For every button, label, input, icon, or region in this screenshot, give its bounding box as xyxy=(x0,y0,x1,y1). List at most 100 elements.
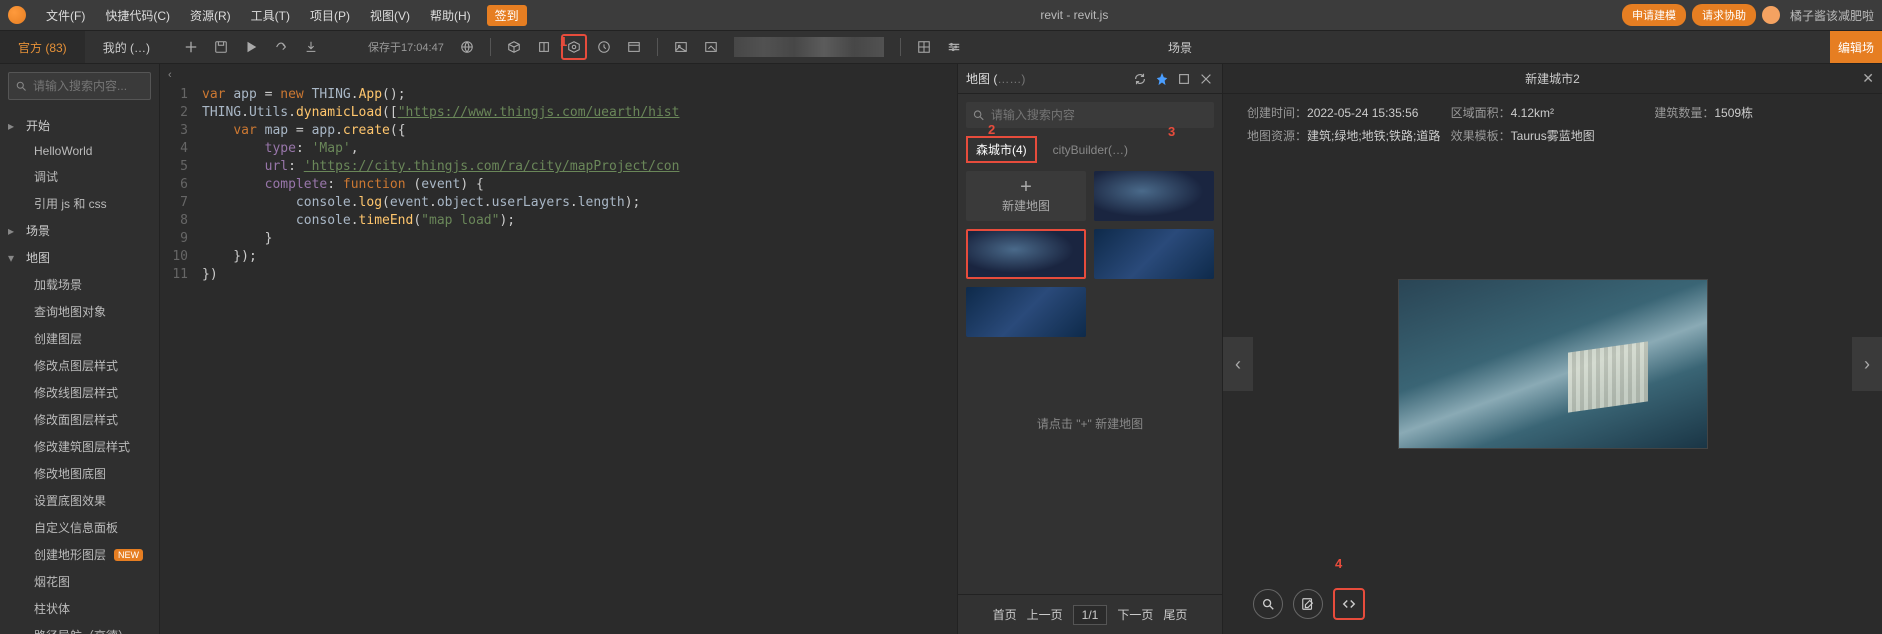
share-button[interactable] xyxy=(268,34,294,60)
tree-item[interactable]: 加载场景 xyxy=(0,271,159,298)
close-icon[interactable] xyxy=(1198,71,1214,87)
window-title: revit - revit.js xyxy=(529,8,1620,22)
tree-item[interactable]: 自定义信息面板 xyxy=(0,514,159,541)
blurred-strip xyxy=(734,37,884,57)
pin-icon[interactable] xyxy=(1154,71,1170,87)
separator xyxy=(900,38,901,56)
menu-item[interactable]: 文件(F) xyxy=(36,3,95,28)
tree-group[interactable]: ▾地图 xyxy=(0,244,159,271)
tree-item[interactable]: 引用 js 和 css xyxy=(0,190,159,217)
refresh-icon[interactable] xyxy=(1132,71,1148,87)
signin-button[interactable]: 签到 xyxy=(487,5,527,26)
meta-row: 效果模板：Taurus雾蓝地图 xyxy=(1451,127,1655,144)
maximize-icon[interactable] xyxy=(1176,71,1192,87)
tab-mine[interactable]: 我的 (…) xyxy=(85,31,168,63)
separator xyxy=(657,38,658,56)
tree-item[interactable]: 路径导航（高德） xyxy=(0,622,159,634)
tree-item[interactable]: 柱状体 xyxy=(0,595,159,622)
editor: 1 ‹ 1234567891011 var app = new THING.Ap… xyxy=(160,64,957,634)
map-thumb-selected[interactable] xyxy=(966,229,1086,279)
history-icon[interactable] xyxy=(591,34,617,60)
apply-model-button[interactable]: 申请建模 xyxy=(1622,4,1686,26)
add-button[interactable] xyxy=(178,34,204,60)
separator xyxy=(490,38,491,56)
prev-button[interactable]: ‹ xyxy=(1223,337,1253,391)
map-search-input[interactable] xyxy=(991,108,1208,122)
panel-icon[interactable] xyxy=(621,34,647,60)
menu-item[interactable]: 帮助(H) xyxy=(420,3,481,28)
tree-item[interactable]: 创建地形图层NEW xyxy=(0,541,159,568)
tree-item[interactable]: 烟花图 xyxy=(0,568,159,595)
code-lines[interactable]: var app = new THING.App();THING.Utils.dy… xyxy=(196,86,957,634)
pager: 首页 上一页 1/1 下一页 尾页 xyxy=(958,594,1222,634)
tab-official[interactable]: 官方 (83) xyxy=(0,31,85,63)
map-tab-sencity[interactable]: 森城市(4) xyxy=(966,136,1037,163)
map-thumb[interactable] xyxy=(966,287,1086,337)
secondbar: 官方 (83) 我的 (…) 保存于17:04:47 场景 编辑场 xyxy=(0,30,1882,64)
map-resource-button[interactable] xyxy=(561,34,587,60)
map-search[interactable] xyxy=(966,102,1214,128)
pager-current: 1/1 xyxy=(1073,605,1108,625)
tree-item[interactable]: 调试 xyxy=(0,163,159,190)
pager-prev[interactable]: 上一页 xyxy=(1027,606,1063,623)
tree-item[interactable]: 修改线图层样式 xyxy=(0,379,159,406)
tree-item[interactable]: 修改面图层样式 xyxy=(0,406,159,433)
save-button[interactable] xyxy=(208,34,234,60)
tree-item[interactable]: HelloWorld xyxy=(0,139,159,163)
sidebar-search-input[interactable] xyxy=(33,79,144,93)
image2-icon[interactable] xyxy=(698,34,724,60)
plus-icon: + xyxy=(1020,179,1032,195)
layout-icon[interactable] xyxy=(911,34,937,60)
column-icon[interactable] xyxy=(531,34,557,60)
preview-image xyxy=(1398,279,1708,449)
pager-last[interactable]: 尾页 xyxy=(1163,606,1187,623)
map-tab-citybuilder[interactable]: cityBuilder(…) xyxy=(1047,139,1134,161)
map-thumb[interactable] xyxy=(1094,229,1214,279)
menu-item[interactable]: 视图(V) xyxy=(360,3,420,28)
meta-row: 建筑数量：1509栋 xyxy=(1654,104,1858,121)
meta-row: 地图资源：建筑;绿地;地铁;铁路;道路 xyxy=(1247,127,1451,144)
map-panel-title: 地图 (……) xyxy=(966,70,1126,87)
tree-item[interactable]: 查询地图对象 xyxy=(0,298,159,325)
close-icon[interactable]: ✕ xyxy=(1862,70,1874,87)
menu-item[interactable]: 资源(R) xyxy=(180,3,241,28)
menubar: 文件(F)快捷代码(C)资源(R)工具(T)项目(P)视图(V)帮助(H) 签到… xyxy=(0,0,1882,30)
settings-icon[interactable] xyxy=(941,34,967,60)
tree-item[interactable]: 修改地图底图 xyxy=(0,460,159,487)
detail-title: 新建城市2 xyxy=(1525,70,1580,87)
tree-item[interactable]: 修改建筑图层样式 xyxy=(0,433,159,460)
search-icon xyxy=(972,108,985,122)
sidebar: ▸开始HelloWorld调试引用 js 和 css▸场景▾地图加载场景查询地图… xyxy=(0,64,160,634)
globe-icon[interactable] xyxy=(454,34,480,60)
tree-item[interactable]: 修改点图层样式 xyxy=(0,352,159,379)
detail-panel: 新建城市2 ✕ 创建时间：2022-05-24 15:35:56区域面积：4.1… xyxy=(1222,64,1882,634)
image-icon[interactable] xyxy=(668,34,694,60)
meta-row: 创建时间：2022-05-24 15:35:56 xyxy=(1247,104,1451,121)
menu-item[interactable]: 项目(P) xyxy=(300,3,360,28)
map-thumb[interactable] xyxy=(1094,171,1214,221)
code-button[interactable] xyxy=(1333,588,1365,620)
run-button[interactable] xyxy=(238,34,264,60)
menu-item[interactable]: 快捷代码(C) xyxy=(95,3,180,28)
tree-item[interactable]: 创建图层 xyxy=(0,325,159,352)
pager-next[interactable]: 下一页 xyxy=(1117,606,1153,623)
sidebar-search[interactable] xyxy=(8,72,151,100)
toolbar: 保存于17:04:47 xyxy=(168,31,1160,63)
avatar[interactable] xyxy=(1762,6,1780,24)
tree-item[interactable]: 设置底图效果 xyxy=(0,487,159,514)
edit-scene-button[interactable]: 编辑场 xyxy=(1830,31,1882,63)
app-logo xyxy=(8,6,26,24)
tree-group[interactable]: ▸场景 xyxy=(0,217,159,244)
edit-button[interactable] xyxy=(1293,589,1323,619)
cube-icon[interactable] xyxy=(501,34,527,60)
new-map-button[interactable]: + 新建地图 xyxy=(966,171,1086,221)
zoom-button[interactable] xyxy=(1253,589,1283,619)
meta-row: 区域面积：4.12km² xyxy=(1451,104,1655,121)
menu-item[interactable]: 工具(T) xyxy=(241,3,300,28)
pager-first[interactable]: 首页 xyxy=(993,606,1017,623)
tree-group[interactable]: ▸开始 xyxy=(0,112,159,139)
breadcrumb-back[interactable]: ‹ xyxy=(160,64,957,86)
download-button[interactable] xyxy=(298,34,324,60)
request-help-button[interactable]: 请求协助 xyxy=(1692,4,1756,26)
next-button[interactable]: › xyxy=(1852,337,1882,391)
